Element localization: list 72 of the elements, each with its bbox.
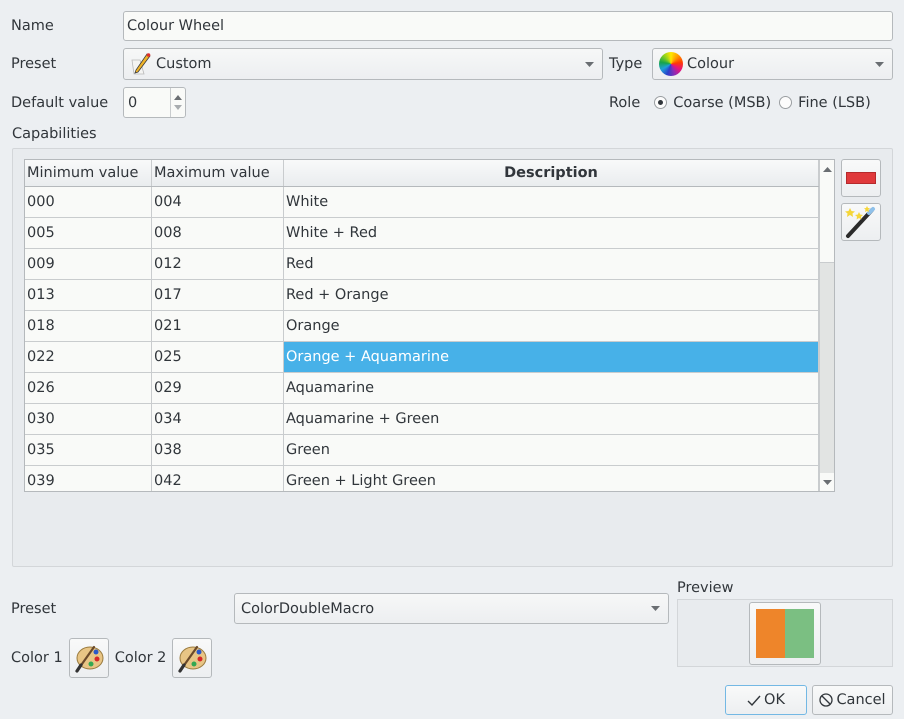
field-label: Preview	[677, 580, 734, 596]
table-cell[interactable]: Aquamarine + Green	[284, 404, 819, 435]
table-cell: 004	[152, 187, 284, 218]
colour-wheel-icon	[659, 52, 683, 76]
table-cell: 022	[25, 342, 152, 373]
magic-wand-icon	[844, 205, 878, 239]
column-header[interactable]: Description	[284, 160, 819, 186]
table-cell: 021	[152, 311, 284, 342]
table-cell: 009	[25, 249, 152, 280]
table-cell: 018	[25, 311, 152, 342]
cancel-button[interactable]: Cancel	[812, 685, 893, 715]
table-cell: 038	[152, 435, 284, 466]
field-label: Type	[609, 56, 644, 72]
radio-label: Coarse (MSB)	[673, 94, 772, 110]
radio-label: Fine (LSB)	[798, 94, 871, 110]
table-cell[interactable]: Green + Light Green	[284, 466, 819, 491]
table-cell: 012	[152, 249, 284, 280]
palette-icon	[177, 643, 208, 673]
color-picker-button[interactable]	[68, 638, 109, 678]
table-cell[interactable]: Aquamarine	[284, 373, 819, 404]
field-label: Color 1	[11, 650, 63, 666]
caret-icon	[651, 606, 660, 611]
field-label: Preset	[11, 600, 58, 616]
field-label: Name	[11, 18, 55, 34]
table-cell[interactable]: White	[284, 187, 819, 218]
table-cell: 039	[25, 466, 152, 491]
caret-icon	[875, 62, 884, 66]
table-cell: 000	[25, 187, 152, 218]
default-value-spinbox[interactable]: 0	[123, 87, 186, 118]
scrollbar-thumb[interactable]	[820, 178, 834, 263]
remove-icon	[846, 172, 876, 184]
scroll-down-icon[interactable]	[822, 480, 832, 484]
field-label: Default value	[11, 94, 110, 110]
table-cell[interactable]: Green	[284, 435, 819, 466]
palette-icon	[74, 643, 104, 673]
table-cell[interactable]: Red + Orange	[284, 280, 819, 311]
table-cell[interactable]: White + Red	[284, 218, 819, 249]
field-label: Role	[609, 94, 640, 110]
wizard-button[interactable]	[841, 203, 881, 241]
table-cell: 035	[25, 435, 152, 466]
table-cell[interactable]: Red	[284, 249, 819, 280]
preset-dropdown[interactable]: Custom	[123, 48, 603, 80]
field-label: Preset	[11, 56, 58, 72]
table-cell: 017	[152, 280, 284, 311]
table-cell: 005	[25, 218, 152, 249]
macro-preset-dropdown[interactable]: ColorDoubleMacro	[234, 593, 669, 624]
table-cell: 034	[152, 404, 284, 435]
preview-swatch-button[interactable]	[749, 602, 821, 664]
column-header[interactable]: Minimum value	[25, 160, 152, 186]
table-cell: 030	[25, 404, 152, 435]
type-dropdown[interactable]: Colour	[652, 48, 893, 80]
field-label: Color 2	[114, 650, 166, 666]
table-cell: 026	[25, 373, 152, 404]
column-header[interactable]: Maximum value	[152, 160, 284, 186]
checkmark-icon	[747, 694, 762, 706]
radio-button[interactable]	[654, 96, 668, 109]
table-cell: 013	[25, 280, 152, 311]
section-title: Capabilities	[12, 126, 98, 144]
table-cell: 029	[152, 373, 284, 404]
scrollbar[interactable]	[819, 160, 834, 491]
caret-icon	[585, 62, 594, 66]
pencil-icon	[130, 52, 152, 76]
remove-button[interactable]	[841, 159, 881, 197]
color-picker-button[interactable]	[172, 638, 212, 678]
radio-button[interactable]	[779, 96, 792, 109]
table-cell: 042	[152, 466, 284, 491]
scroll-up-icon[interactable]	[822, 166, 832, 172]
up-arrow-icon[interactable]	[174, 94, 182, 100]
cancel-icon	[819, 693, 834, 707]
name-field[interactable]: Colour Wheel	[123, 11, 893, 41]
table-cell: 008	[152, 218, 284, 249]
ok-button[interactable]: OK	[725, 685, 807, 715]
